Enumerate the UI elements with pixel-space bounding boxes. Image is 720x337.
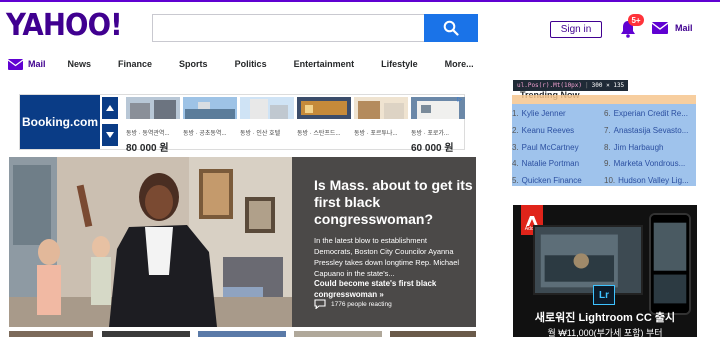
reactions-link[interactable]: 1776 people reacting <box>314 299 392 309</box>
hotel-name: 동방 · 포로가... <box>411 131 449 137</box>
reactions-count: 1776 people reacting <box>331 300 392 308</box>
mail-link[interactable]: Mail <box>675 23 693 33</box>
mail-icon[interactable] <box>652 22 668 34</box>
signin-button[interactable]: Sign in <box>550 21 602 38</box>
trending-item[interactable]: 9. Marketa Vondrous... <box>604 159 696 168</box>
chat-bubble-icon <box>314 299 326 309</box>
yahoo-logo[interactable]: YAHOO! <box>6 8 123 43</box>
story-thumbnail[interactable] <box>294 331 382 337</box>
hotel-name: 동방 · 스탄프드... <box>297 131 341 137</box>
hotel-card[interactable]: 동방 · 포로가... 60 000 원 <box>411 97 465 154</box>
nav-item-finance[interactable]: Finance <box>118 59 152 69</box>
hero-subheadline[interactable]: Could become state's first black congres… <box>314 278 466 300</box>
booking-logo[interactable]: Booking.com <box>20 95 100 149</box>
ad-headline: 새로워진 Lightroom CC 출시 <box>534 312 676 324</box>
adobe-lightroom-ad[interactable]: Adobe Lr 새로워진 Lightroom CC 출시 월 ₩11,000(… <box>513 205 697 337</box>
nav-item-more[interactable]: More... <box>445 59 474 69</box>
inspector-padding-highlight <box>512 95 696 104</box>
triangle-down-icon <box>106 132 114 138</box>
trending-item[interactable]: 8. Jim Harbaugh <box>604 143 696 152</box>
carousel-down-button[interactable] <box>102 124 118 146</box>
hotel-card[interactable]: 동방 · 동역관역... 80 000 원 <box>126 97 180 154</box>
story-thumbnail[interactable] <box>390 331 476 337</box>
trending-item[interactable]: 5. Quicken Finance <box>512 176 600 185</box>
nav-item-mail[interactable]: Mail <box>8 58 46 70</box>
trending-list: 1. Kylie Jenner 2. Keanu Reeves 3. Paul McC… <box>512 104 696 186</box>
hotel-photo <box>354 97 408 119</box>
nav-item-lifestyle[interactable]: Lifestyle <box>381 59 418 69</box>
hero-headline[interactable]: Is Mass. about to get its first black co… <box>314 177 474 228</box>
hotel-photo <box>183 97 237 119</box>
hotel-price: 80 000 원 <box>126 143 169 154</box>
main-nav: Mail News Finance Sports Politics Entert… <box>8 56 501 72</box>
hotel-card[interactable]: 동방 · 스탄프드... <box>297 97 351 147</box>
ad-subline: 월 ₩11,000(부가세 포함) 부터 <box>547 328 663 337</box>
search-button[interactable] <box>424 14 478 42</box>
trending-item[interactable]: 7. Anastasija Sevasto... <box>604 126 696 135</box>
trending-item[interactable]: 2. Keanu Reeves <box>512 126 600 135</box>
trending-item[interactable]: 1. Kylie Jenner <box>512 109 600 118</box>
hotel-price: 60 000 원 <box>411 143 454 154</box>
adchoices-icon[interactable]: ▷ <box>457 96 462 103</box>
nav-item-news[interactable]: News <box>68 59 92 69</box>
hero-photo <box>9 157 292 327</box>
trending-item[interactable]: 3. Paul McCartney <box>512 143 600 152</box>
search-icon <box>443 20 459 36</box>
hotel-card[interactable]: 동방 · 포르투나... <box>354 97 408 147</box>
trending-item[interactable]: 6. Experian Credit Re... <box>604 109 696 118</box>
hotel-name: 동방 · 공초동역... <box>183 131 227 137</box>
hotel-photo <box>240 97 294 119</box>
hero-text-panel: Is Mass. about to get its first black co… <box>292 157 476 327</box>
notification-badge: 5+ <box>628 14 644 26</box>
trending-item[interactable]: 4. Natalie Portman <box>512 159 600 168</box>
hotel-name: 동방 · 인산 호텔 <box>240 131 281 137</box>
search-input[interactable] <box>152 14 424 42</box>
story-thumbnail[interactable] <box>102 331 190 337</box>
hotel-card[interactable]: 동방 · 공초동역... <box>183 97 237 147</box>
hotel-name: 동방 · 동역관역... <box>126 131 170 137</box>
nav-item-entertainment[interactable]: Entertainment <box>294 59 355 69</box>
hero-story[interactable]: Is Mass. about to get its first black co… <box>9 157 476 327</box>
booking-ad-banner[interactable]: Booking.com 동방 · 동역관역... 80 000 원 동방 · 공… <box>19 94 465 154</box>
top-accent-line <box>0 0 720 2</box>
hotel-name: 동방 · 포르투나... <box>354 131 398 137</box>
tooltip-selector: ul.Pos(r).Mt(10px) <box>517 82 583 89</box>
nav-item-politics[interactable]: Politics <box>235 59 267 69</box>
story-thumbnail[interactable] <box>198 331 286 337</box>
tooltip-size: 300 × 135 <box>591 82 625 89</box>
story-thumbnail[interactable] <box>9 331 93 337</box>
phone-image <box>649 213 691 315</box>
hotel-photo <box>126 97 180 119</box>
nav-item-label: Mail <box>28 59 46 69</box>
hotel-card[interactable]: 동방 · 인산 호텔 <box>240 97 294 147</box>
triangle-up-icon <box>106 105 114 111</box>
lightroom-logo: Lr <box>593 285 615 305</box>
laptop-image <box>533 225 643 295</box>
trending-item[interactable]: 10. Hudson Valley Lig... <box>604 176 696 185</box>
ad-carousel-controls <box>102 97 118 147</box>
hotel-photo <box>297 97 351 119</box>
inspector-tooltip: ul.Pos(r).Mt(10px) | 300 × 135 <box>513 80 629 91</box>
hero-summary: In the latest blow to establishment Demo… <box>314 236 460 278</box>
nav-item-sports[interactable]: Sports <box>179 59 208 69</box>
mail-icon <box>8 58 23 70</box>
carousel-up-button[interactable] <box>102 97 118 119</box>
tooltip-separator: | <box>585 82 589 89</box>
